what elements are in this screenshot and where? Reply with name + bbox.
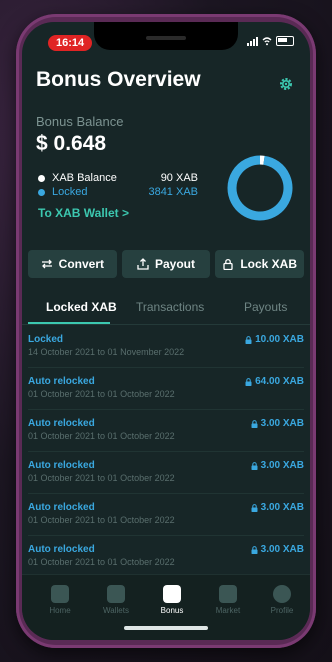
nav-market[interactable]: Market (200, 585, 256, 615)
bonus-balance-label: Bonus Balance (36, 114, 124, 129)
item-amount-value: 3.00 XAB (260, 418, 304, 429)
nav-label: Home (49, 606, 71, 615)
nav-wallets[interactable]: Wallets (88, 585, 144, 615)
home-icon (51, 585, 69, 603)
list-item[interactable]: Auto relocked 01 October 2021 to 01 Octo… (28, 368, 304, 410)
donut-slice-locked (227, 155, 293, 221)
item-amount: 10.00 XAB (245, 334, 304, 345)
item-date: 01 October 2021 to 01 October 2022 (28, 389, 175, 399)
lock-icon (245, 335, 252, 344)
action-buttons: Convert Payout Lock XAB (28, 250, 305, 278)
item-amount: 3.00 XAB (251, 460, 304, 471)
item-title: Auto relocked (28, 544, 95, 555)
item-date: 01 October 2021 to 01 October 2022 (28, 515, 175, 525)
nav-label: Market (215, 606, 241, 615)
item-title: Auto relocked (28, 502, 95, 513)
list-item[interactable]: Auto relocked 01 October 2021 to 01 Octo… (28, 494, 304, 536)
profile-icon (273, 585, 291, 603)
wifi-icon (262, 37, 272, 46)
tab-transactions[interactable]: Transactions (136, 300, 204, 314)
nav-label: Wallets (103, 606, 129, 615)
locked-list: Locked 14 October 2021 to 01 November 20… (22, 326, 310, 578)
notch (94, 22, 238, 50)
header: Bonus Overview (36, 68, 296, 92)
swap-icon (41, 259, 52, 269)
battery-icon (276, 36, 294, 46)
lock-xab-label: Lock XAB (240, 257, 298, 271)
list-item[interactable]: Locked 14 October 2021 to 01 November 20… (28, 326, 304, 368)
lock-icon (251, 545, 258, 554)
blue-dot-icon (38, 189, 45, 196)
balance-legend: XAB Balance 90 XAB Locked 3841 XAB (38, 172, 198, 200)
status-time: 16:14 (48, 35, 93, 51)
legend-locked: Locked 3841 XAB (38, 186, 198, 200)
app-screen: 16:14 Bonus Overview Bonus Balance $ 0.6… (22, 22, 310, 640)
item-amount-value: 10.00 XAB (255, 334, 304, 345)
item-amount: 3.00 XAB (251, 418, 304, 429)
nav-home[interactable]: Home (32, 585, 88, 615)
item-amount-value: 3.00 XAB (260, 544, 304, 555)
nav-bonus[interactable]: Bonus (144, 585, 200, 615)
gear-icon[interactable] (278, 76, 294, 92)
status-bar: 16:14 (22, 22, 310, 52)
bottom-nav: Home Wallets Bonus Market Profile (22, 574, 310, 640)
wallet-icon (107, 585, 125, 603)
lock-icon (251, 503, 258, 512)
signal-icon (247, 36, 258, 46)
to-xab-wallet-link[interactable]: To XAB Wallet > (38, 206, 129, 220)
lock-icon (251, 419, 258, 428)
lock-icon (223, 258, 233, 270)
list-item[interactable]: Auto relocked 01 October 2021 to 01 Octo… (28, 410, 304, 452)
convert-label: Convert (58, 257, 104, 271)
active-tab-indicator (28, 322, 110, 324)
legend-value: 90 XAB (160, 172, 198, 184)
balance-donut-chart (227, 155, 293, 221)
tab-payouts[interactable]: Payouts (244, 300, 287, 314)
item-date: 14 October 2021 to 01 November 2022 (28, 347, 185, 357)
nav-label: Profile (270, 606, 294, 615)
payout-button[interactable]: Payout (121, 250, 211, 278)
upload-icon (137, 258, 149, 270)
lock-xab-button[interactable]: Lock XAB (215, 250, 305, 278)
legend-value: 3841 XAB (148, 186, 198, 198)
item-title: Locked (28, 334, 64, 345)
item-date: 01 October 2021 to 01 October 2022 (28, 473, 175, 483)
item-date: 01 October 2021 to 01 October 2022 (28, 431, 175, 441)
legend-label: XAB Balance (52, 172, 117, 184)
legend-xab-balance: XAB Balance 90 XAB (38, 172, 198, 186)
item-amount: 3.00 XAB (251, 502, 304, 513)
tab-bar: Locked XAB Transactions Payouts (22, 290, 310, 325)
nav-label: Bonus (160, 606, 184, 615)
legend-label: Locked (52, 186, 88, 198)
home-indicator (124, 626, 208, 630)
page-title: Bonus Overview (36, 68, 201, 91)
item-title: Auto relocked (28, 460, 95, 471)
item-amount-value: 3.00 XAB (260, 502, 304, 513)
item-amount: 64.00 XAB (245, 376, 304, 387)
status-icons (247, 36, 294, 46)
tab-locked-xab[interactable]: Locked XAB (46, 300, 117, 314)
item-title: Auto relocked (28, 418, 95, 429)
speaker (146, 36, 186, 40)
lock-icon (245, 377, 252, 386)
white-dot-icon (38, 175, 45, 182)
item-amount: 3.00 XAB (251, 544, 304, 555)
bonus-icon (163, 585, 181, 603)
item-amount-value: 3.00 XAB (260, 460, 304, 471)
chart-icon (219, 585, 237, 603)
nav-profile[interactable]: Profile (254, 585, 310, 615)
item-amount-value: 64.00 XAB (255, 376, 304, 387)
list-item[interactable]: Auto relocked 01 October 2021 to 01 Octo… (28, 536, 304, 578)
bonus-balance-value: $ 0.648 (36, 132, 107, 155)
payout-label: Payout (155, 257, 196, 271)
item-date: 01 October 2021 to 01 October 2022 (28, 557, 175, 567)
lock-icon (251, 461, 258, 470)
item-title: Auto relocked (28, 376, 95, 387)
convert-button[interactable]: Convert (28, 250, 117, 278)
list-item[interactable]: Auto relocked 01 October 2021 to 01 Octo… (28, 452, 304, 494)
